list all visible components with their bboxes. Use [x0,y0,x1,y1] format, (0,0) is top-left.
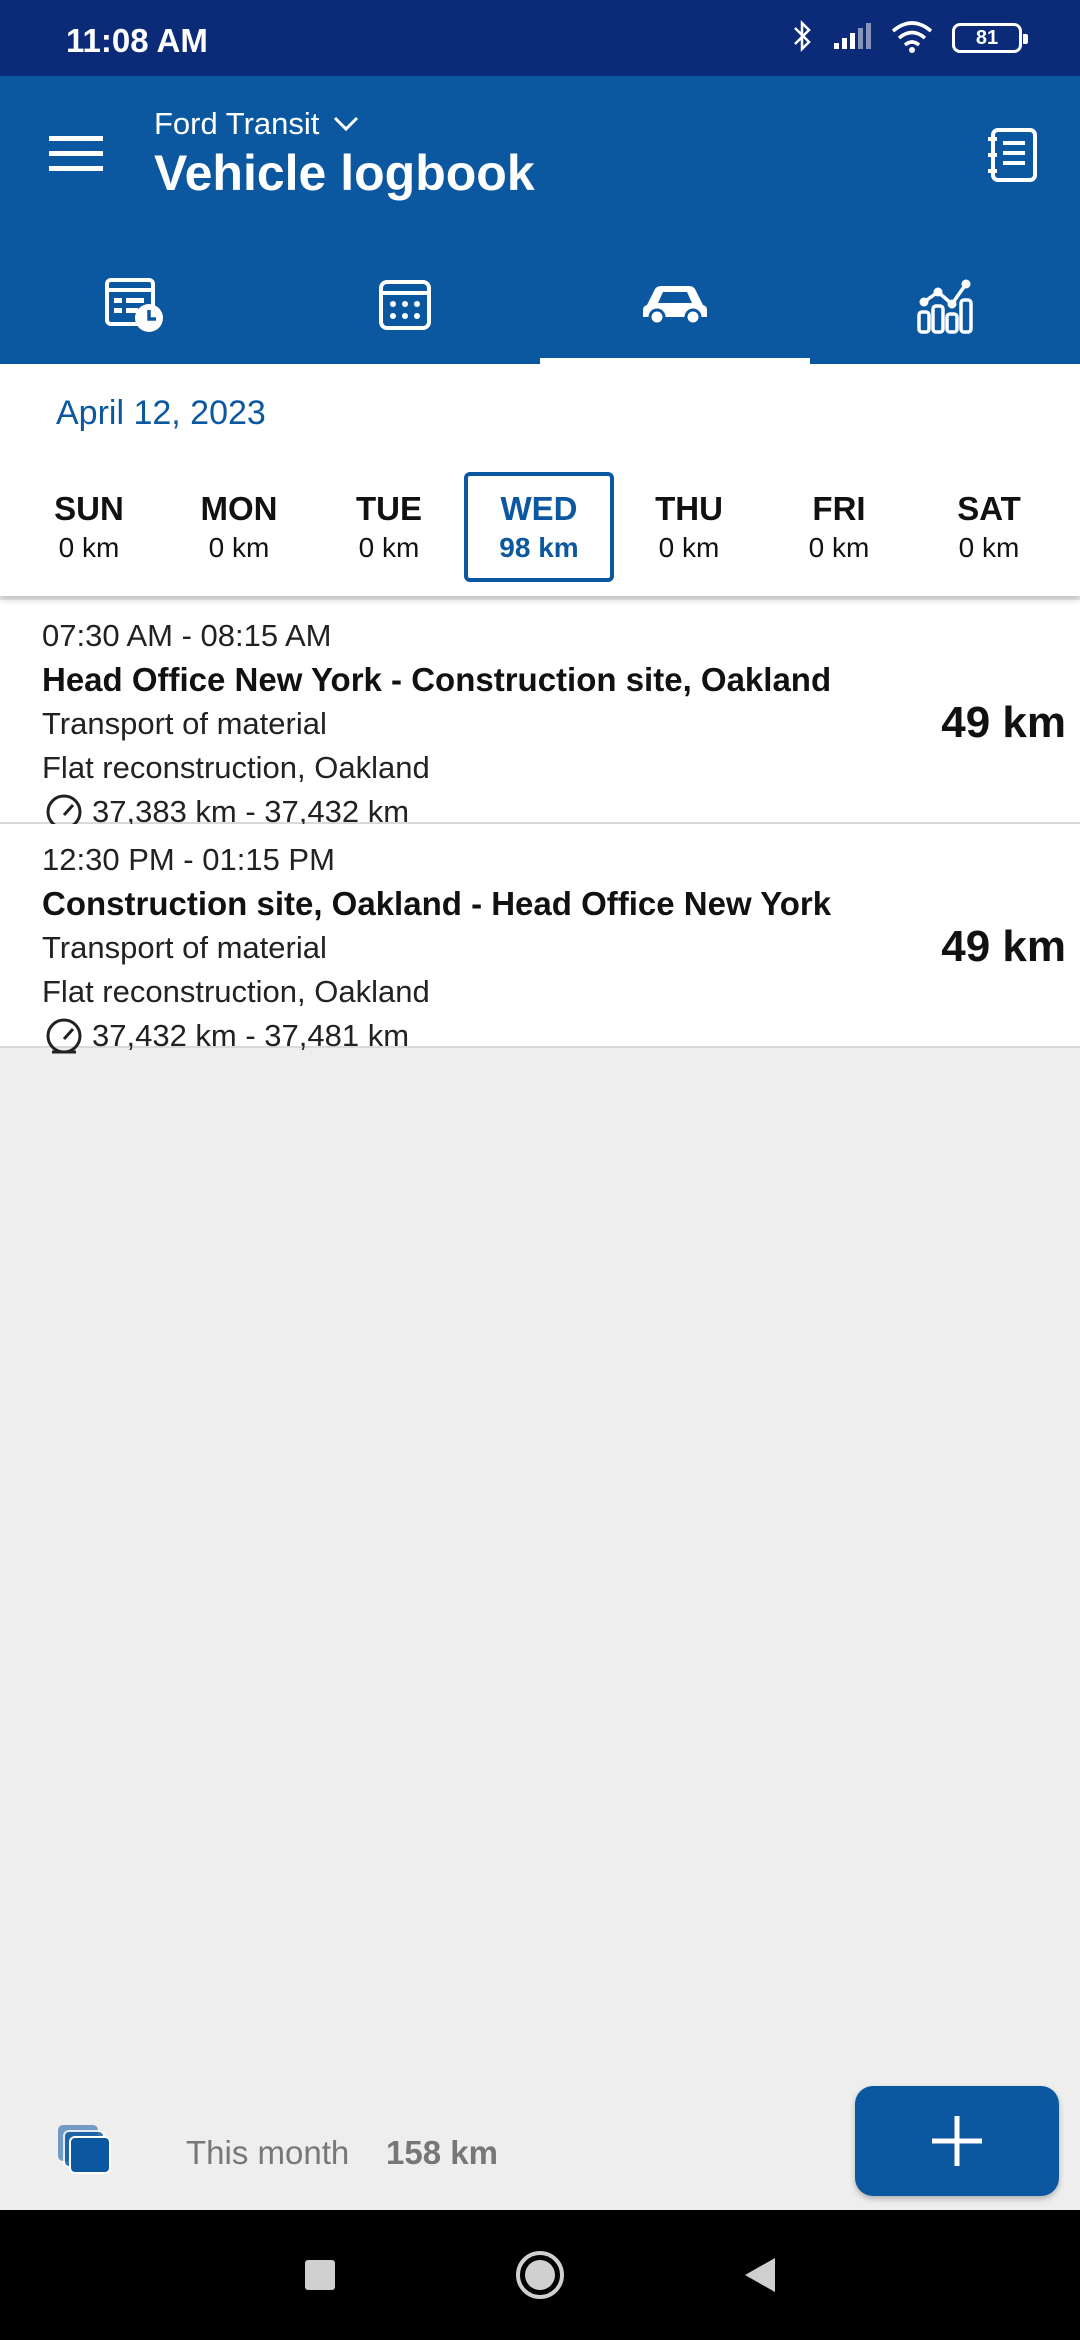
circle-home-icon [516,2251,564,2299]
week-panel: April 12, 2023 SUN 0 km MON 0 km TUE 0 k… [0,364,1080,596]
trip-item[interactable]: 07:30 AM - 08:15 AM Head Office New York… [0,600,1080,830]
battery-icon: 81 [952,23,1028,53]
status-time: 11:08 AM [66,22,208,59]
tab-bar [0,246,1080,364]
car-icon [643,286,707,326]
back-button[interactable] [725,2240,795,2310]
odometer-range: 37,432 km - 37,481 km [92,1018,410,1053]
layers-button[interactable] [50,2114,120,2184]
trip-time: 12:30 PM - 01:15 PM [42,842,335,877]
signal-icon [832,21,872,56]
day-km: 0 km [958,532,1020,563]
layers-icon [58,2125,111,2174]
notebook-icon [988,128,1037,182]
trip-route: Construction site, Oakland - Head Office… [42,885,832,922]
chevron-down-icon [334,116,359,132]
trip-project: Flat reconstruction, Oakland [42,750,430,785]
trip-time: 07:30 AM - 08:15 AM [42,618,332,653]
status-icons: 81 [792,18,1028,59]
trip-distance: 49 km [941,698,1066,747]
hamburger-icon [49,136,103,171]
square-icon [305,2260,335,2290]
day-sat[interactable]: SAT 0 km [914,472,1064,582]
vehicle-selector[interactable]: Ford Transit [154,106,359,142]
speedometer-icon [46,1018,82,1054]
trip-purpose: Transport of material [42,706,327,741]
statistics-chart-icon [917,279,973,334]
day-km: 0 km [808,532,870,563]
menu-button[interactable] [40,118,112,190]
day-km: 0 km [208,532,270,563]
trip-item[interactable]: 12:30 PM - 01:15 PM Construction site, O… [0,824,1080,1054]
page-title: Vehicle logbook [154,145,535,201]
day-thu[interactable]: THU 0 km [614,472,764,582]
day-sun[interactable]: SUN 0 km [14,472,164,582]
calendar-icon [379,280,431,330]
bluetooth-icon [792,18,814,59]
day-name: SUN [54,490,124,527]
logbook-notes-button[interactable] [978,120,1048,190]
trip-route: Head Office New York - Construction site… [42,661,832,698]
tab-calendar[interactable] [270,246,540,364]
add-trip-button[interactable] [855,2086,1059,2196]
day-mon[interactable]: MON 0 km [164,472,314,582]
day-km: 0 km [658,532,720,563]
day-name: MON [200,490,278,527]
plus-icon [932,2116,982,2166]
day-name: TUE [356,490,422,527]
day-name: WED [500,490,578,527]
month-total-value: 158 km [386,2134,498,2171]
trip-odometer: 37,432 km - 37,481 km [42,1014,1080,1058]
day-km: 98 km [499,532,579,563]
home-button[interactable] [505,2240,575,2310]
trip-purpose: Transport of material [42,930,327,965]
tab-statistics[interactable] [810,246,1080,364]
status-bar: 11:08 AM 81 [0,0,1080,76]
app-bar: Ford Transit Vehicle logbook [0,76,1080,364]
day-name: THU [655,490,723,527]
day-km: 0 km [358,532,420,563]
tab-timesheet[interactable] [0,246,270,364]
month-total-label: This month [186,2134,350,2171]
recents-button[interactable] [285,2240,355,2310]
timesheet-clock-icon [105,278,163,332]
trip-list: 07:30 AM - 08:15 AM Head Office New York… [0,600,1080,1054]
wifi-icon [890,19,934,58]
day-km: 0 km [58,532,120,563]
day-name: SAT [957,490,1021,527]
vehicle-name: Ford Transit [154,106,320,141]
tab-vehicle[interactable] [540,246,810,364]
selected-date[interactable]: April 12, 2023 [56,394,266,433]
day-name: FRI [812,490,866,527]
trip-project: Flat reconstruction, Oakland [42,974,430,1009]
system-nav-bar [0,2210,1080,2340]
back-triangle-icon [745,2258,775,2292]
day-tue[interactable]: TUE 0 km [314,472,464,582]
day-fri[interactable]: FRI 0 km [764,472,914,582]
trip-distance: 49 km [941,922,1066,971]
week-day-selector: SUN 0 km MON 0 km TUE 0 km WED 98 km THU… [0,472,1080,582]
bottom-bar: This month 158 km [0,2070,1080,2210]
day-wed[interactable]: WED 98 km [464,472,614,582]
